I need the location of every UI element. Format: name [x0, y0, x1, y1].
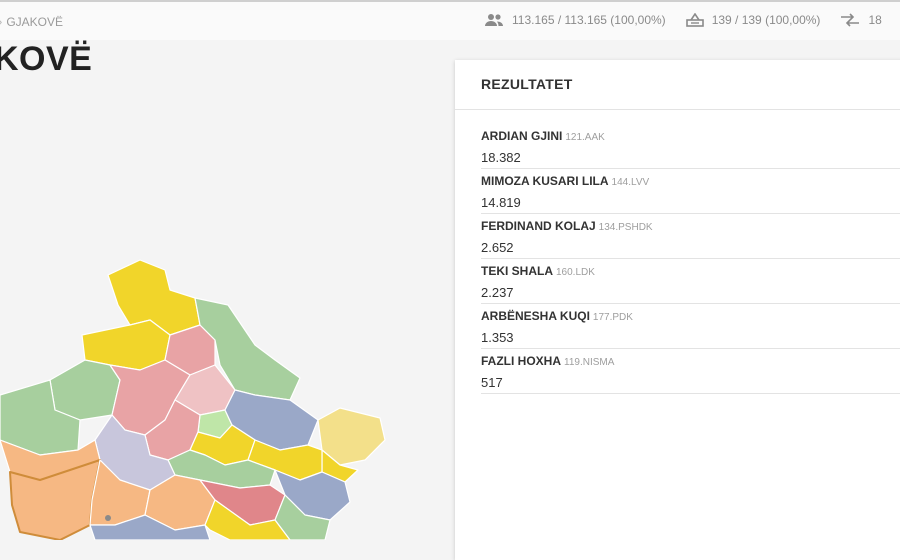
stat-polling-stations: 139 / 139 (100,00%): [685, 13, 821, 27]
result-row[interactable]: MIMOZA KUSARI LILA 144.LVV 14.819: [481, 169, 900, 214]
candidate-party: 134.PSHDK: [598, 222, 653, 233]
candidate-votes: 14.819: [481, 195, 521, 210]
candidate-name: FERDINAND KOLAJ: [481, 219, 596, 233]
candidate-party: 119.NISMA: [564, 357, 615, 368]
result-row[interactable]: TEKI SHALA 160.LDK 2.237: [481, 259, 900, 304]
candidate-name: ARBËNESHA KUQI: [481, 309, 590, 323]
candidate-votes: 517: [481, 375, 503, 390]
map-marker: [105, 515, 111, 521]
results-title: REZULTATET: [455, 60, 900, 110]
stats-bar: 113.165 / 113.165 (100,00%) 139 / 139 (1…: [484, 13, 900, 27]
candidate-name: ARDIAN GJINI: [481, 129, 563, 143]
stat-turnout-text: 18: [868, 13, 882, 27]
result-row[interactable]: FERDINAND KOLAJ 134.PSHDK 2.652: [481, 214, 900, 259]
ballot-box-icon: [685, 13, 704, 27]
candidate-votes: 1.353: [481, 330, 514, 345]
candidate-party: 121.AAK: [565, 132, 605, 143]
stat-voters-text: 113.165 / 113.165 (100,00%): [512, 13, 666, 27]
candidate-party: 144.LVV: [611, 177, 650, 188]
stat-polling-stations-text: 139 / 139 (100,00%): [711, 13, 821, 27]
candidate-votes: 2.237: [481, 285, 514, 300]
chevron-right-icon: ›: [0, 14, 2, 29]
breadcrumb[interactable]: › GJAKOVË: [0, 14, 63, 29]
candidate-name: FAZLI HOXHA: [481, 354, 561, 368]
stat-voters: 113.165 / 113.165 (100,00%): [484, 13, 666, 27]
candidate-votes: 18.382: [481, 150, 521, 165]
voters-icon: [485, 14, 503, 26]
result-row[interactable]: FAZLI HOXHA 119.NISMA 517: [481, 349, 900, 394]
results-panel: REZULTATET ARDIAN GJINI 121.AAK 18.382 MI…: [455, 60, 900, 560]
map-region-west-1[interactable]: [49, 359, 121, 421]
candidate-name: TEKI SHALA: [481, 264, 553, 278]
result-row[interactable]: ARDIAN GJINI 121.AAK 18.382: [481, 124, 900, 169]
top-bar: › GJAKOVË 113.165 / 113.165 (100,00%) 13…: [0, 0, 900, 40]
page-title: KOVË: [0, 40, 93, 78]
candidate-name: MIMOZA KUSARI LILA: [481, 174, 609, 188]
candidate-party: 160.LDK: [556, 267, 595, 278]
result-row[interactable]: ARBËNESHA KUQI 177.PDK 1.353: [481, 304, 900, 349]
candidate-votes: 2.652: [481, 240, 514, 255]
breadcrumb-current[interactable]: GJAKOVË: [6, 15, 63, 29]
results-list: ARDIAN GJINI 121.AAK 18.382 MIMOZA KUSARI…: [455, 110, 900, 394]
kosovo-municipalities-map[interactable]: [0, 120, 420, 540]
candidate-party: 177.PDK: [592, 312, 633, 323]
turnout-icon: [841, 13, 860, 27]
stat-turnout: 18: [840, 13, 882, 27]
